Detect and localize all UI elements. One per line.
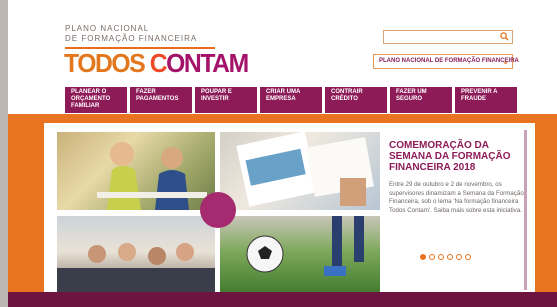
- slide-dot-5[interactable]: [456, 254, 462, 260]
- logo-letter-c: C: [149, 48, 168, 78]
- nav-item-seguro[interactable]: FAZER UM SEGURO: [390, 87, 452, 113]
- page: PLANO NACIONAL DE FORMAÇÃO FINANCEIRA TO…: [8, 0, 557, 307]
- footer-strip: [8, 292, 557, 307]
- site-selector[interactable]: PLANO NACIONAL DE FORMAÇÃO FINANCEIRA ⌄: [373, 54, 519, 69]
- nav-item-orcamento[interactable]: PLANEAR O ORÇAMENTO FAMILIAR: [65, 87, 127, 113]
- panel-scroll-accent: [524, 130, 527, 290]
- search-icon[interactable]: [500, 32, 509, 41]
- slide-dot-6[interactable]: [465, 254, 471, 260]
- main-nav: PLANEAR O ORÇAMENTO FAMILIAR FAZER PAGAM…: [65, 87, 517, 113]
- todos-contam-logo[interactable]: TODOS CONTAM: [64, 48, 249, 78]
- logo-word-ontam: ONTAM: [166, 48, 249, 78]
- left-shadow: [0, 0, 8, 307]
- logo-word-todos: TODOS: [64, 48, 146, 78]
- nav-item-pagamentos[interactable]: FAZER PAGAMENTOS: [130, 87, 192, 113]
- slide-description: Entre 29 de outubro e 2 de novembro, os …: [389, 181, 524, 214]
- slide-dot-2[interactable]: [429, 254, 435, 260]
- nav-item-poupar[interactable]: POUPAR E INVESTIR: [195, 87, 257, 113]
- nav-item-credito[interactable]: CONTRAIR CRÉDITO: [325, 87, 387, 113]
- chevron-down-icon: ⌄: [502, 57, 509, 66]
- brochure-illustration: [236, 132, 374, 207]
- slide-dot-3[interactable]: [438, 254, 444, 260]
- collage-center-mark: [200, 192, 236, 228]
- brand-line2: DE FORMAÇÃO FINANCEIRA: [65, 34, 198, 43]
- brand-line1: PLANO NACIONAL: [65, 24, 150, 33]
- photo-children-studying: [57, 132, 215, 210]
- slider-pagination: [420, 254, 474, 260]
- search-input[interactable]: [383, 30, 513, 44]
- site-selector-value: PLANO NACIONAL DE FORMAÇÃO FINANCEIRA: [379, 58, 519, 64]
- nav-item-fraude[interactable]: PREVENIR A FRAUDE: [455, 87, 517, 113]
- photo-football: [220, 216, 380, 295]
- photo-brochure: [220, 132, 380, 210]
- browser-frame: PLANO NACIONAL DE FORMAÇÃO FINANCEIRA TO…: [0, 0, 557, 307]
- photo-audience: [57, 216, 215, 295]
- children-illustration: [97, 142, 207, 210]
- slide-image-collage[interactable]: [57, 132, 380, 295]
- slide-dot-4[interactable]: [447, 254, 453, 260]
- football-illustration: [246, 216, 364, 276]
- nav-item-empresa[interactable]: CRIAR UMA EMPRESA: [260, 87, 322, 113]
- audience-illustration: [57, 243, 215, 295]
- slide-headline[interactable]: COMEMORAÇÃO DA SEMANA DA FORMAÇÃO FINANC…: [389, 140, 529, 173]
- slide-dot-1[interactable]: [420, 254, 426, 260]
- brand-tagline: PLANO NACIONAL DE FORMAÇÃO FINANCEIRA: [65, 24, 197, 44]
